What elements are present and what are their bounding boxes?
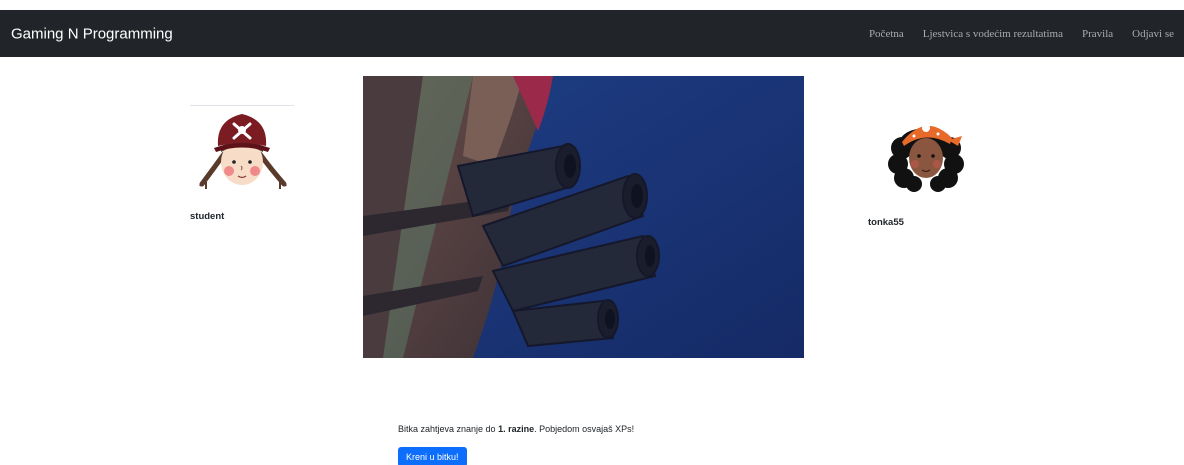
- nav-link-leaderboard[interactable]: Ljestvica s vodećim rezultatima: [923, 28, 1063, 40]
- left-player-divider: [190, 105, 294, 106]
- start-battle-button[interactable]: Kreni u bitku!: [398, 447, 467, 465]
- battle-info-suffix: . Pobjedom osvajaš XPs!: [534, 424, 635, 434]
- nav-link-rules[interactable]: Pravila: [1082, 28, 1113, 40]
- brand-link[interactable]: Gaming N Programming: [11, 25, 173, 42]
- nav-links: Početna Ljestvica s vodećim rezultatima …: [850, 10, 1184, 57]
- battle-info-text: Bitka zahtjeva znanje do 1. razine. Pobj…: [398, 424, 634, 434]
- nav-link-home[interactable]: Početna: [869, 28, 904, 40]
- left-player-username: student: [190, 211, 225, 222]
- battle-info-prefix: Bitka zahtjeva znanje do: [398, 424, 499, 434]
- right-player-username: tonka55: [868, 217, 904, 228]
- nav-link-logout[interactable]: Odjavi se: [1132, 28, 1174, 40]
- left-player-divider-wrap: [190, 105, 294, 106]
- pirate-curly-avatar: [884, 112, 968, 192]
- top-navbar: Gaming N Programming Početna Ljestvica s…: [0, 10, 1184, 57]
- pirate-girl-avatar: [196, 110, 288, 194]
- pirate-ship-cannons-image: [363, 76, 804, 358]
- battle-info-level: 1. razine: [498, 424, 535, 434]
